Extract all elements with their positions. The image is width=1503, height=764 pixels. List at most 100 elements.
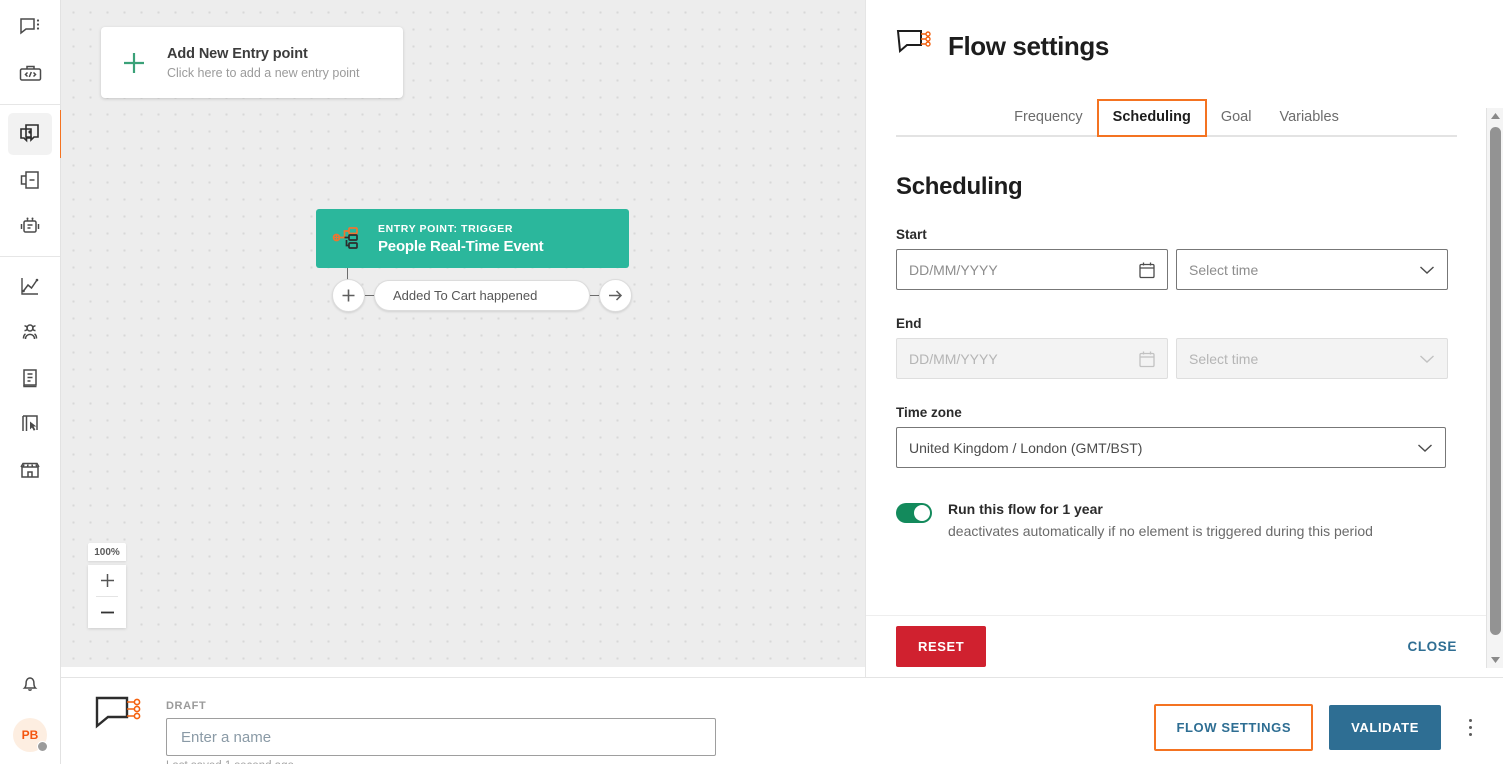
sidebar-item-audiences[interactable] [8, 311, 52, 353]
start-time-select[interactable]: Select time [1176, 249, 1448, 290]
tab-frequency[interactable]: Frequency [1000, 100, 1097, 135]
timezone-select[interactable]: United Kingdom / London (GMT/BST) [896, 427, 1446, 468]
add-step-button[interactable] [332, 279, 365, 312]
zoom-in-button[interactable] [88, 565, 126, 596]
end-time-placeholder: Select time [1189, 350, 1259, 367]
book-icon [18, 366, 42, 390]
sidebar-item-developer-toolbox[interactable] [8, 53, 52, 95]
flow-settings-icon [94, 694, 146, 745]
sidebar-item-flows[interactable] [8, 110, 63, 158]
start-date-placeholder: DD/MM/YYYY [909, 261, 998, 278]
bottom-bar-actions: FLOW SETTINGS VALIDATE [1154, 678, 1503, 751]
avatar[interactable]: PB [13, 718, 48, 752]
chevron-down-icon[interactable] [1417, 443, 1433, 453]
flow-name-input[interactable] [166, 718, 716, 756]
condition-row: Added To Cart happened [332, 279, 632, 312]
end-label: End [896, 316, 922, 331]
flow-settings-icon [896, 28, 934, 65]
plus-icon [101, 48, 167, 78]
end-time-select: Select time [1176, 338, 1448, 379]
draft-badge: DRAFT [166, 700, 207, 712]
flow-canvas[interactable]: Add New Entry point Click here to add a … [61, 0, 865, 667]
end-row: DD/MM/YYYY Select time [896, 338, 1487, 379]
panel-footer: RESET CLOSE [866, 615, 1487, 677]
reset-button[interactable]: RESET [896, 626, 987, 667]
trigger-node-title: People Real-Time Event [378, 237, 544, 255]
sidebar-group-analytics [0, 263, 60, 493]
chevron-down-icon[interactable] [1419, 265, 1435, 275]
kebab-dot [1468, 726, 1472, 729]
close-button[interactable]: CLOSE [1407, 639, 1457, 654]
end-date-input: DD/MM/YYYY [896, 338, 1168, 379]
flow-settings-panel: Flow settings Frequency Scheduling Goal … [865, 0, 1503, 677]
scrollbar-thumb[interactable] [1490, 127, 1501, 635]
condition-pill[interactable]: Added To Cart happened [374, 280, 590, 311]
scroll-up-arrow[interactable] [1487, 108, 1503, 124]
sidebar-item-store[interactable] [8, 449, 52, 491]
add-entry-point-card[interactable]: Add New Entry point Click here to add a … [101, 27, 403, 98]
sidebar-divider [0, 104, 60, 105]
zoom-control: 100% [88, 543, 126, 628]
panel-scrollbar[interactable] [1486, 108, 1503, 668]
tab-goal[interactable]: Goal [1207, 100, 1266, 135]
last-saved-text: Last saved 1 second ago [166, 760, 716, 764]
trigger-node-text: ENTRY POINT: TRIGGER People Real-Time Ev… [378, 223, 544, 255]
zoom-out-button[interactable] [88, 597, 126, 628]
run-duration-subtitle: deactivates automatically if no element … [948, 523, 1373, 539]
trigger-node[interactable]: ENTRY POINT: TRIGGER People Real-Time Ev… [316, 209, 629, 268]
speech-bubble-dots-icon [18, 16, 42, 40]
kebab-menu-icon[interactable] [1459, 711, 1481, 745]
cursor-panel-icon [18, 412, 42, 436]
sidebar-item-catalog[interactable] [8, 357, 52, 399]
connector-dash-right [590, 295, 599, 296]
tab-variables[interactable]: Variables [1265, 100, 1352, 135]
flow-builder-app: PB Add New Entry point Click here to add… [0, 0, 1503, 764]
end-date-placeholder: DD/MM/YYYY [909, 350, 998, 367]
add-entry-point-subtitle: Click here to add a new entry point [167, 65, 360, 80]
scroll-down-arrow[interactable] [1487, 652, 1503, 668]
flow-layers-icon [17, 121, 43, 147]
zoom-buttons [88, 565, 126, 628]
zoom-level-label: 100% [88, 543, 126, 561]
calendar-icon [1139, 350, 1155, 367]
toggle-knob [914, 505, 930, 521]
kebab-dot [1468, 719, 1472, 722]
tab-scheduling[interactable]: Scheduling [1096, 99, 1207, 137]
bell-icon [18, 671, 42, 695]
validate-button[interactable]: VALIDATE [1329, 705, 1441, 750]
start-field-group: Start DD/MM/YYYY Select time [896, 227, 1487, 290]
line-chart-icon [18, 274, 42, 298]
settings-tabs: Frequency Scheduling Goal Variables [896, 99, 1457, 137]
sidebar-item-templates[interactable] [8, 159, 52, 201]
timezone-label: Time zone [896, 405, 962, 420]
sidebar-group-bottom: PB [8, 660, 52, 764]
storefront-icon [18, 458, 42, 482]
condition-label: Added To Cart happened [393, 288, 538, 303]
add-entry-point-title: Add New Entry point [167, 45, 308, 62]
run-duration-toggle[interactable] [896, 503, 932, 523]
people-group-icon [17, 320, 43, 344]
run-duration-title: Run this flow for 1 year [948, 501, 1103, 517]
flow-settings-button[interactable]: FLOW SETTINGS [1154, 704, 1314, 751]
avatar-initials: PB [21, 728, 39, 742]
left-sidebar: PB [0, 0, 63, 764]
flow-name-group: DRAFT Last saved 1 second ago [166, 700, 716, 764]
sidebar-item-messages[interactable] [8, 7, 52, 49]
next-step-button[interactable] [599, 279, 632, 312]
chevron-down-icon [1419, 354, 1435, 364]
sidebar-group-main [0, 110, 63, 249]
run-duration-text: Run this flow for 1 year deactivates aut… [948, 501, 1373, 539]
sidebar-item-bots[interactable] [8, 205, 52, 247]
sidebar-item-in-app[interactable] [8, 403, 52, 445]
start-label: Start [896, 227, 927, 242]
sidebar-item-notifications[interactable] [8, 662, 52, 704]
start-row: DD/MM/YYYY Select time [896, 249, 1487, 290]
timezone-field-group: Time zone United Kingdom / London (GMT/B… [896, 405, 1487, 468]
page-title: Flow settings [948, 31, 1109, 61]
run-duration-toggle-row: Run this flow for 1 year deactivates aut… [896, 501, 1487, 539]
sidebar-item-analytics[interactable] [8, 265, 52, 307]
end-field-group: End DD/MM/YYYY Select time [896, 316, 1487, 379]
start-date-input[interactable]: DD/MM/YYYY [896, 249, 1168, 290]
calendar-icon[interactable] [1139, 261, 1155, 278]
add-entry-point-text: Add New Entry point Click here to add a … [167, 46, 359, 80]
